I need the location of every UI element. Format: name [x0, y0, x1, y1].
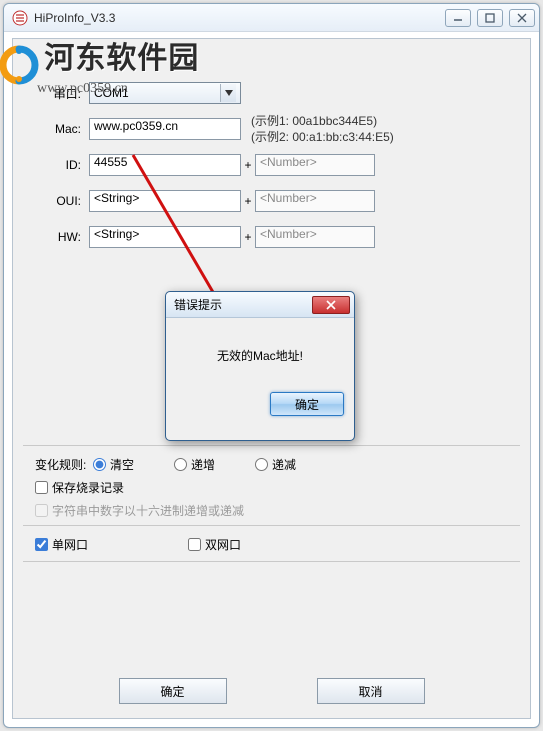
oui-label: OUI: [35, 194, 81, 208]
close-button[interactable] [509, 9, 535, 27]
serial-label: 串口: [35, 85, 81, 102]
hw-step-input[interactable]: <Number> [255, 226, 375, 248]
oui-input[interactable]: <String> [89, 190, 241, 212]
logo-icon [0, 45, 41, 85]
radio-clear[interactable]: 清空 [93, 456, 134, 473]
rule-label: 变化规则: [35, 456, 93, 473]
dialog-close-button[interactable] [312, 296, 350, 314]
dialog-title: 错误提示 [174, 296, 222, 313]
check-dual-net[interactable]: 双网口 [188, 536, 241, 553]
separator [23, 561, 520, 562]
net-row: 单网口 双网口 [35, 536, 508, 553]
mac-label: Mac: [35, 122, 81, 136]
mac-hint1: (示例1: 00a1bbc344E5) [251, 113, 394, 129]
error-dialog: 错误提示 无效的Mac地址! 确定 [165, 291, 355, 441]
maximize-button[interactable] [477, 9, 503, 27]
dialog-ok-button[interactable]: 确定 [270, 392, 344, 416]
hw-input[interactable]: <String> [89, 226, 241, 248]
id-input[interactable]: 44555 [89, 154, 241, 176]
mac-hints: (示例1: 00a1bbc344E5) (示例2: 00:a1:bb:c3:44… [251, 113, 394, 145]
plus-sign: + [241, 194, 255, 208]
separator [23, 445, 520, 446]
close-icon [326, 300, 336, 310]
dialog-titlebar: 错误提示 [166, 292, 354, 318]
ok-button[interactable]: 确定 [119, 678, 227, 704]
check-save-log[interactable]: 保存烧录记录 [35, 479, 508, 496]
cancel-button[interactable]: 取消 [317, 678, 425, 704]
dropdown-icon [220, 84, 236, 102]
app-icon [12, 10, 28, 26]
application-window: HiProInfo_V3.3 河东软件园 www.pc0359.cn 串口: [3, 3, 540, 728]
separator [23, 525, 520, 526]
window-title: HiProInfo_V3.3 [34, 11, 445, 25]
check-single-net[interactable]: 单网口 [35, 536, 88, 553]
dialog-message: 无效的Mac地址! [166, 318, 354, 392]
id-step-input[interactable]: <Number> [255, 154, 375, 176]
client-area: 河东软件园 www.pc0359.cn 串口: COM1 Mac: www.pc… [12, 38, 531, 719]
serial-value: COM1 [94, 86, 129, 100]
mac-hint2: (示例2: 00:a1:bb:c3:44:E5) [251, 129, 394, 145]
button-row: 确定 取消 [13, 678, 530, 704]
oui-step-input[interactable]: <Number> [255, 190, 375, 212]
radio-dec[interactable]: 递减 [255, 456, 296, 473]
rule-row: 变化规则: 清空 递增 递减 [35, 456, 508, 473]
mac-input[interactable]: www.pc0359.cn [89, 118, 241, 140]
plus-sign: + [241, 230, 255, 244]
id-label: ID: [35, 158, 81, 172]
plus-sign: + [241, 158, 255, 172]
hw-label: HW: [35, 230, 81, 244]
radio-inc[interactable]: 递增 [174, 456, 215, 473]
check-hex-mode[interactable]: 字符串中数字以十六进制递增或递减 [35, 502, 508, 519]
minimize-button[interactable] [445, 9, 471, 27]
serial-select[interactable]: COM1 [89, 82, 241, 104]
titlebar: HiProInfo_V3.3 [4, 4, 539, 32]
watermark-brand: 河东软件园 [44, 42, 199, 75]
